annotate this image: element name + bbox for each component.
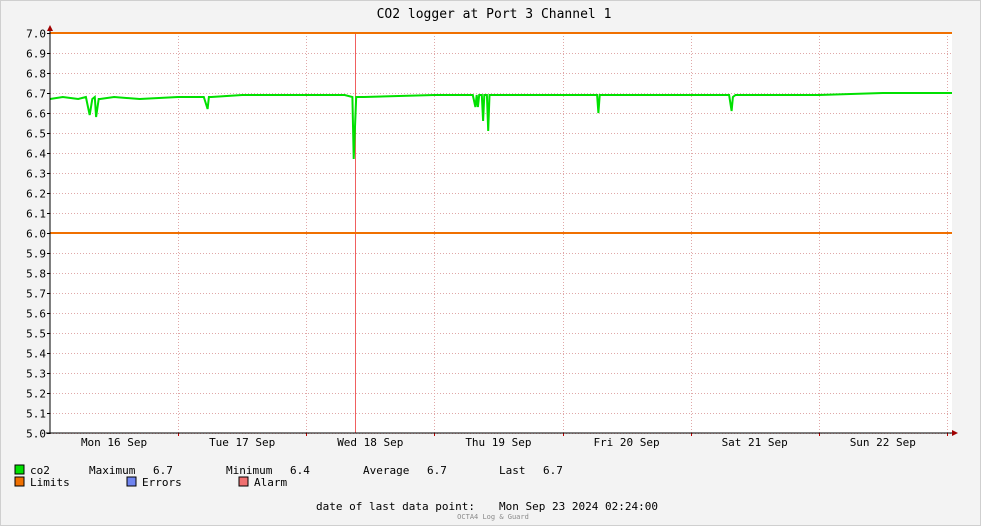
y-tick-label: 5.5 <box>26 328 46 341</box>
legend-max-label: Maximum <box>89 464 136 477</box>
legend-avg-value: 6.7 <box>427 464 447 477</box>
x-tick-label: Fri 20 Sep <box>593 436 659 449</box>
y-tick-label: 6.4 <box>26 148 46 161</box>
limits-swatch <box>14 476 25 487</box>
legend-min-value: 6.4 <box>290 464 310 477</box>
legend: co2 Maximum 6.7 Minimum 6.4 Average 6.7 … <box>14 464 563 489</box>
y-tick-label: 6.1 <box>26 208 46 221</box>
x-tick-label: Mon 16 Sep <box>81 436 147 449</box>
legend-alarm: Alarm <box>254 476 287 489</box>
y-tick-label: 5.2 <box>26 388 46 401</box>
x-axis-ticks: Mon 16 Sep Tue 17 Sep Wed 18 Sep Thu 19 Sep… <box>81 433 948 449</box>
y-tick-label: 5.0 <box>26 428 46 441</box>
y-tick-label: 6.7 <box>26 88 46 101</box>
errors-swatch <box>126 476 137 487</box>
chart-svg: CO2 logger at Port 3 Channel 1 7.0 6.9 6.8… <box>14 7 958 521</box>
x-tick-label: Sat 21 Sep <box>722 436 788 449</box>
x-tick-label: Thu 19 Sep <box>465 436 531 449</box>
y-tick-label: 6.0 <box>26 228 46 241</box>
legend-errors: Errors <box>142 476 182 489</box>
legend-last-value: 6.7 <box>543 464 563 477</box>
y-tick-label: 5.3 <box>26 368 46 381</box>
y-tick-label: 5.4 <box>26 348 46 361</box>
chart-title: CO2 logger at Port 3 Channel 1 <box>377 7 612 22</box>
x-tick-label: Wed 18 Sep <box>337 436 403 449</box>
y-tick-label: 6.3 <box>26 168 46 181</box>
y-tick-label: 5.6 <box>26 308 46 321</box>
legend-avg-label: Average <box>363 464 409 477</box>
last-point-label: date of last data point: <box>316 500 475 513</box>
last-point-value: Mon Sep 23 2024 02:24:00 <box>499 500 658 513</box>
y-tick-label: 7.0 <box>26 28 46 41</box>
y-tick-label: 6.8 <box>26 68 46 81</box>
y-tick-label: 5.7 <box>26 288 46 301</box>
co2-swatch <box>14 464 25 475</box>
x-tick-label: Tue 17 Sep <box>209 436 275 449</box>
y-tick-label: 6.9 <box>26 48 46 61</box>
y-axis-ticks: 7.0 6.9 6.8 6.7 6.6 6.5 6.4 6.3 6.2 6.1 6.0 5.9 5.8 5… <box>26 28 50 441</box>
x-axis-arrow-icon <box>952 430 958 436</box>
legend-last-label: Last <box>499 464 526 477</box>
credit-text: OCTA4 Log & Guard <box>457 513 529 521</box>
y-tick-label: 6.6 <box>26 108 46 121</box>
alarm-swatch <box>238 476 249 487</box>
legend-limits: Limits <box>30 476 70 489</box>
y-tick-label: 6.2 <box>26 188 46 201</box>
y-tick-label: 5.8 <box>26 268 46 281</box>
x-tick-label: Sun 22 Sep <box>850 436 916 449</box>
y-tick-label: 6.5 <box>26 128 46 141</box>
y-axis-arrow-icon <box>47 25 53 31</box>
y-tick-label: 5.1 <box>26 408 46 421</box>
y-tick-label: 5.9 <box>26 248 46 261</box>
